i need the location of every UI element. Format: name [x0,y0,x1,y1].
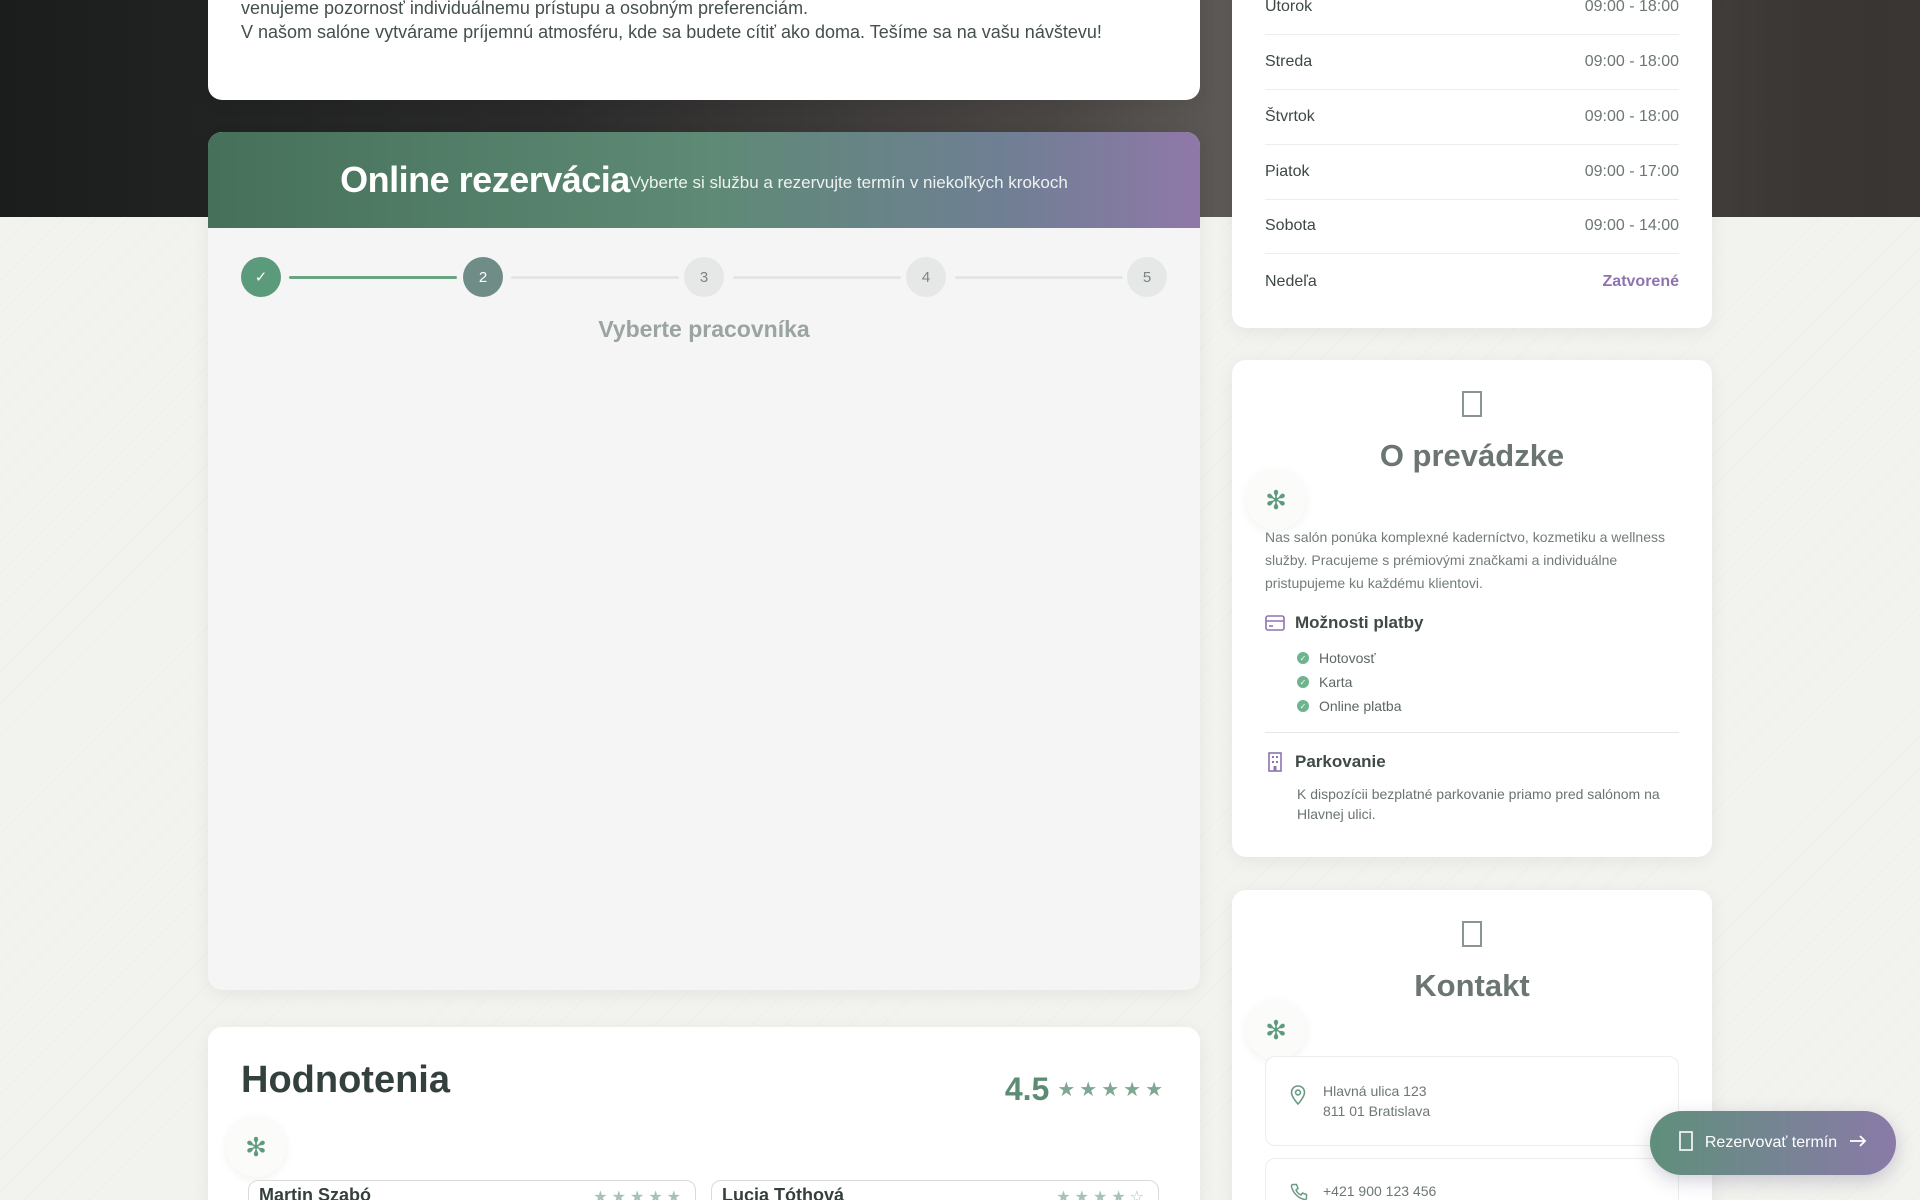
step-connector [511,276,679,279]
address-line-1: Hlavná ulica 123 [1323,1083,1427,1099]
review-item[interactable]: Lucia Tóthová ★★★★☆ [711,1180,1159,1200]
business-info-card: O prevádzke ✻ Nas salón ponúka komplexné… [1232,360,1712,857]
hours-time: 09:00 - 18:00 [1584,0,1679,15]
about-text-line-2: V našom salóne vytvárame príjemnú atmosf… [241,22,1102,42]
step-4[interactable]: 4 [906,257,946,297]
phone-icon [1290,1183,1308,1200]
rating-score: 4.5 [1004,1071,1050,1107]
sparkle-icon: ✻ [1246,470,1306,530]
about-text-line-1: venujeme pozornosť individuálnemu prístu… [241,0,809,18]
review-item[interactable]: Martin Szabó ★★★★★ [248,1180,696,1200]
map-pin-icon [1290,1085,1306,1110]
hours-row: Piatok 09:00 - 17:00 [1265,145,1679,200]
sparkle-icon: ✻ [1246,1000,1306,1060]
calendar-icon [1679,1130,1693,1156]
store-icon [1232,390,1712,426]
hours-time: 09:00 - 18:00 [1584,53,1679,70]
step-1-check-icon[interactable]: ✓ [241,257,281,297]
review-author: Martin Szabó [259,1185,372,1200]
hours-time: 09:00 - 14:00 [1584,217,1679,234]
business-description: Nas salón ponúka komplexné kaderníctvo, … [1265,529,1665,591]
payment-label: Hotovosť [1319,650,1376,666]
credit-card-icon [1265,614,1285,632]
opening-hours-card: Utorok 09:00 - 18:00 Streda 09:00 - 18:0… [1232,0,1712,328]
address-line-2: 811 01 Bratislava [1323,1103,1431,1119]
hours-row: Streda 09:00 - 18:00 [1265,35,1679,90]
review-stars: ★★★★★ [593,1189,685,1200]
reviews-title: Hodnotenia [241,1059,450,1101]
booking-header: Online rezervácia Vyberte si službu a re… [208,132,1200,228]
reserve-button-label: Rezervovať termín [1704,1134,1838,1151]
address-box[interactable]: Hlavná ulica 123 811 01 Bratislava [1265,1056,1679,1146]
reviews-card: Hodnotenia 4.5 ★★★★★ ✻ Martin Szabó ★★★★… [208,1027,1200,1200]
payment-heading-label: Možnosti platby [1295,613,1424,632]
check-icon: ✓ [1297,676,1309,688]
payment-item: ✓ Hotovosť [1297,646,1402,670]
phone-book-icon [1232,920,1712,956]
hours-row: Nedeľa Zatvorené [1265,254,1679,309]
step-connector [733,276,901,279]
hours-day: Streda [1265,53,1313,70]
sparkle-icon: ✻ [226,1117,286,1177]
hours-day: Piatok [1265,163,1310,180]
parking-heading-label: Parkovanie [1295,752,1386,771]
building-icon [1265,752,1285,772]
payment-list: ✓ Hotovosť ✓ Karta ✓ Online platba [1297,646,1402,718]
check-icon: ✓ [1297,652,1309,664]
phone-number: +421 900 123 456 [1323,1183,1437,1199]
hours-day: Štvrtok [1265,108,1315,125]
booking-title: Online rezervácia [340,159,630,200]
payment-label: Karta [1319,674,1353,690]
contact-title: Kontakt [1414,968,1530,1003]
review-stars: ★★★★☆ [1056,1189,1148,1200]
hours-day: Utorok [1265,0,1313,15]
hours-day: Nedeľa [1265,272,1317,290]
step-connector [955,276,1123,279]
hours-row: Utorok 09:00 - 18:00 [1265,0,1679,35]
step-5[interactable]: 5 [1127,257,1167,297]
hours-row: Štvrtok 09:00 - 18:00 [1265,90,1679,145]
about-card: venujeme pozornosť individuálnemu prístu… [208,0,1200,100]
step-2[interactable]: 2 [463,257,503,297]
step-heading: Vyberte pracovníka [598,316,810,342]
hours-time: 09:00 - 18:00 [1584,108,1679,125]
payment-label: Online platba [1319,698,1402,714]
payment-item: ✓ Online platba [1297,694,1402,718]
business-title: O prevádzke [1379,438,1565,473]
step-3[interactable]: 3 [684,257,724,297]
hours-day: Sobota [1265,217,1316,234]
payment-heading: Možnosti platby [1265,613,1423,633]
contact-card: Kontakt ✻ Hlavná ulica 123 811 01 Bratis… [1232,890,1712,1200]
payment-item: ✓ Karta [1297,670,1402,694]
check-icon: ✓ [1297,700,1309,712]
rating-summary: 4.5 ★★★★★ [1005,1071,1167,1108]
parking-heading: Parkovanie [1265,752,1386,772]
booking-subtitle: Vyberte si službu a rezervujte termín v … [629,173,1068,192]
reserve-button[interactable]: Rezervovať termín [1650,1111,1896,1175]
booking-widget: Online rezervácia Vyberte si službu a re… [208,132,1200,990]
rating-stars: ★★★★★ [1057,1079,1167,1101]
parking-text: K dispozícii bezplatné parkovanie priamo… [1297,786,1660,822]
hours-time: 09:00 - 17:00 [1584,163,1679,180]
phone-box[interactable]: +421 900 123 456 [1265,1158,1679,1200]
step-connector [289,276,457,279]
booking-stepper: ✓ 2 3 4 5 [241,257,1167,299]
arrow-right-icon [1849,1134,1867,1153]
divider [1265,732,1679,733]
hours-closed-status: Zatvorené [1602,272,1679,290]
hours-row: Sobota 09:00 - 14:00 [1265,199,1679,254]
review-author: Lucia Tóthová [722,1185,845,1200]
